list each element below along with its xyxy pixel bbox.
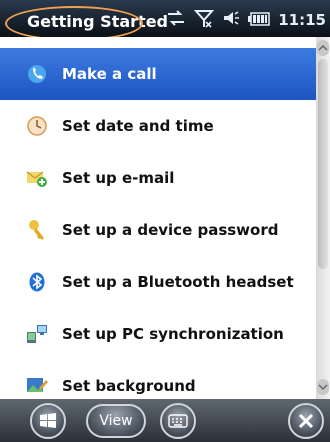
chevron-down-icon [318,384,328,391]
windows-start-icon [40,413,56,428]
bluetooth-icon [26,271,48,293]
page-title[interactable]: Getting Started [27,12,168,31]
scroll-thumb[interactable] [318,59,328,269]
list-item-label: Set up a Bluetooth headset [62,273,294,291]
list-item-set-up-bluetooth-headset[interactable]: Set up a Bluetooth headset [0,256,316,308]
close-icon [298,413,314,429]
phone-icon [26,63,48,85]
pc-sync-icon [26,323,48,345]
list-item-label: Make a call [62,65,157,83]
scrollbar[interactable] [316,37,330,399]
start-button[interactable] [30,403,66,439]
data-sync-icon [166,9,186,31]
key-icon [26,219,48,241]
list-item-set-up-device-password[interactable]: Set up a device password [0,204,316,256]
close-button[interactable] [288,403,324,439]
list-item-label: Set date and time [62,117,214,135]
scroll-down-button[interactable] [317,379,329,395]
keyboard-icon [168,414,188,428]
list-item-set-up-email[interactable]: Set up e-mail [0,152,316,204]
email-icon [26,167,48,189]
clock: 11:15 [278,11,326,29]
chevron-up-icon [318,44,328,51]
battery-icon [248,11,270,30]
no-signal-icon [194,8,215,32]
soft-key-bar: View [0,399,330,442]
list-item-set-up-pc-synchronization[interactable]: Set up PC synchronization [0,308,316,360]
list-item-label: Set background [62,377,196,395]
list-item-set-date-and-time[interactable]: Set date and time [0,100,316,152]
list-item-label: Set up PC synchronization [62,325,284,343]
view-button[interactable]: View [86,404,146,438]
scroll-up-button[interactable] [317,40,329,56]
list-item-label: Set up e-mail [62,169,175,187]
volume-icon [222,9,240,31]
getting-started-list: Make a call Set date and time Set up e-m… [0,37,316,399]
title-bar: Getting Started 11:15 [0,0,330,41]
clock-icon [26,115,48,137]
list-item-label: Set up a device password [62,221,279,239]
keyboard-button[interactable] [160,403,196,439]
list-item-make-a-call[interactable]: Make a call [0,48,316,100]
background-icon [26,375,48,397]
status-area[interactable]: 11:15 [166,10,326,30]
